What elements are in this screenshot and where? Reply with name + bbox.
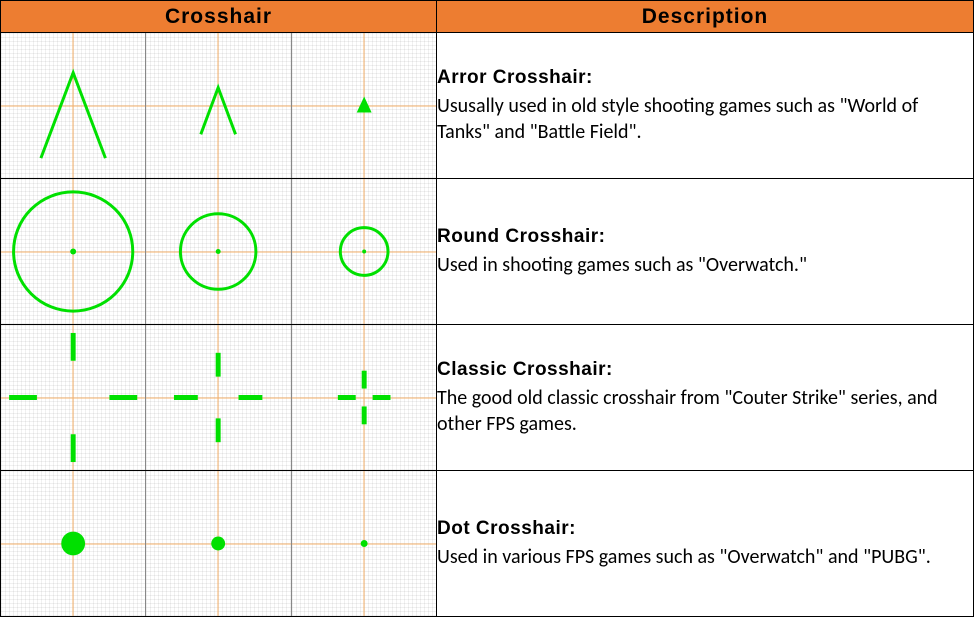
round-crosshair-large (1, 179, 146, 324)
round-crosshair-medium (146, 179, 291, 324)
table-row: Round Crosshair: Used in shooting games … (1, 179, 974, 325)
table-row: Classic Crosshair: The good old classic … (1, 325, 974, 471)
desc-title: Arror Crosshair: (437, 66, 973, 91)
round-crosshair-small (292, 179, 436, 324)
desc-body: Used in shooting games such as "Overwatc… (437, 252, 973, 278)
crosshair-table: Crosshair Description (0, 0, 974, 617)
table-row: Arror Crosshair: Ususally used in old st… (1, 33, 974, 179)
desc-cell-round: Round Crosshair: Used in shooting games … (437, 179, 974, 325)
preview-cell-dot (1, 471, 437, 617)
desc-title: Dot Crosshair: (437, 517, 973, 542)
dot-crosshair-small (292, 471, 436, 616)
desc-body: Used in various FPS games such as "Overw… (437, 544, 973, 570)
dot-crosshair-large (1, 471, 146, 616)
preview-cell-classic (1, 325, 437, 471)
desc-cell-dot: Dot Crosshair: Used in various FPS games… (437, 471, 974, 617)
arrow-crosshair-small (292, 33, 436, 178)
desc-body: The good old classic crosshair from "Cou… (437, 385, 973, 437)
preview-cell-arrow (1, 33, 437, 179)
desc-cell-classic: Classic Crosshair: The good old classic … (437, 325, 974, 471)
header-description: Description (437, 1, 974, 33)
dot-crosshair-medium (146, 471, 291, 616)
desc-body: Ususally used in old style shooting game… (437, 93, 973, 145)
preview-cell-round (1, 179, 437, 325)
arrow-crosshair-medium (146, 33, 291, 178)
header-crosshair: Crosshair (1, 1, 437, 33)
table-row: Dot Crosshair: Used in various FPS games… (1, 471, 974, 617)
arrow-crosshair-large (1, 33, 146, 178)
classic-crosshair-large (1, 325, 146, 470)
desc-title: Round Crosshair: (437, 225, 973, 250)
desc-cell-arrow: Arror Crosshair: Ususally used in old st… (437, 33, 974, 179)
desc-title: Classic Crosshair: (437, 358, 973, 383)
classic-crosshair-medium (146, 325, 291, 470)
classic-crosshair-small (292, 325, 436, 470)
